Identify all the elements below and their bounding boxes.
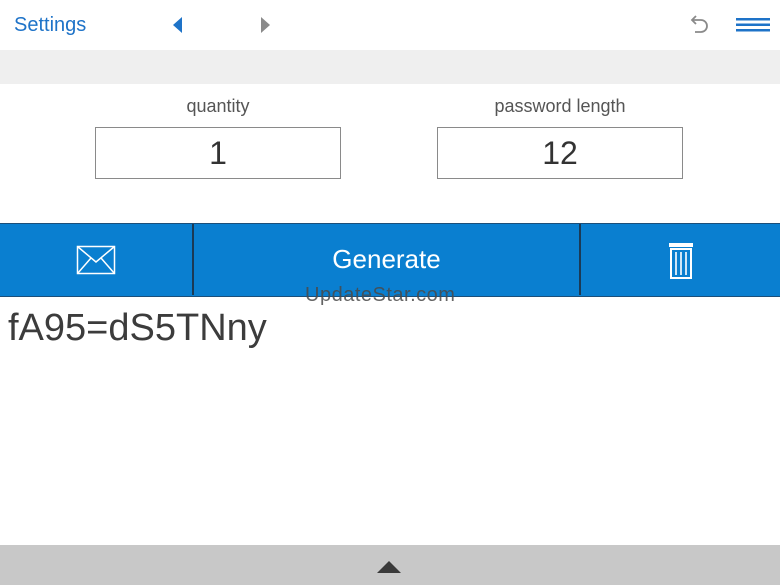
- caret-left-icon[interactable]: [171, 16, 183, 34]
- hamburger-menu-icon[interactable]: [736, 15, 770, 35]
- triangle-up-icon[interactable]: [376, 560, 402, 574]
- separator-strip: [0, 50, 780, 84]
- undo-icon[interactable]: [686, 13, 710, 37]
- top-bar: Settings: [0, 0, 780, 50]
- quantity-label: quantity: [186, 96, 250, 116]
- envelope-icon: [76, 245, 116, 274]
- password-length-input[interactable]: [437, 127, 683, 179]
- quantity-input[interactable]: [95, 127, 341, 179]
- trash-icon: [668, 242, 693, 279]
- generated-password: fA95=dS5TNny: [8, 307, 267, 349]
- password-length-label: password length: [494, 96, 626, 116]
- caret-right-icon[interactable]: [259, 16, 271, 34]
- watermark-text: UpdateStar.com: [305, 284, 456, 306]
- settings-link[interactable]: Settings: [14, 14, 86, 37]
- email-button[interactable]: [0, 224, 192, 295]
- delete-button[interactable]: [581, 224, 780, 295]
- generate-label: Generate: [332, 244, 441, 274]
